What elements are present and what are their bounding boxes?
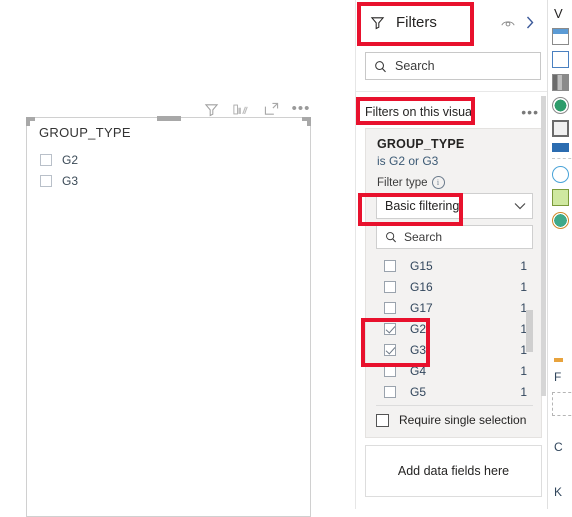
resize-handle-top-right-v[interactable] [307,117,311,126]
gauge-visual-icon[interactable] [552,212,569,229]
value-label: G17 [410,300,433,315]
slicer-visual[interactable]: GROUP_TYPE G2 G3 [26,116,311,517]
require-single-selection-row[interactable]: Require single selection [376,413,526,427]
slicer-item-label: G2 [62,152,79,167]
resize-handle-top-center[interactable] [156,116,181,121]
column-section-label: C [554,440,563,454]
value-checkbox[interactable] [384,322,396,335]
donut-chart-icon[interactable] [552,166,569,183]
report-canvas[interactable]: ••• GROUP_TYPE G2 G3 [0,0,355,517]
filter-type-value: Basic filtering [385,199,460,213]
list-item[interactable]: G5 1 [376,381,533,402]
filters-pane-search[interactable]: Search [365,52,541,80]
value-count: 1 [520,258,527,273]
require-single-selection-label: Require single selection [399,413,527,427]
list-item[interactable]: G3 1 [376,339,533,360]
filters-on-this-visual-label: Filters on this visual [365,105,475,119]
value-label: G4 [410,363,427,378]
stacked-bar-chart-icon[interactable] [552,28,569,45]
value-checkbox[interactable] [384,364,396,377]
value-checkbox[interactable] [384,385,396,398]
list-item[interactable]: G2 1 [376,318,533,339]
value-checkbox[interactable] [384,301,396,314]
focus-mode-icon[interactable] [260,99,282,119]
hide-pane-eye-icon[interactable] [497,12,519,34]
matrix-visual-icon[interactable] [552,120,569,137]
search-icon [374,60,387,73]
filter-card-field-name: GROUP_TYPE [377,137,465,151]
value-label: G15 [410,258,433,273]
filter-card-group-type[interactable]: GROUP_TYPE is G2 or G3 Filter type i Bas… [365,128,542,438]
more-options-icon[interactable]: ••• [290,99,312,119]
filter-values-scrollbar[interactable] [526,310,533,352]
filters-pane-search-placeholder: Search [395,59,435,73]
filters-on-this-visual-row: Filters on this visual ••• [356,100,547,124]
filter-values-search[interactable]: Search [376,225,533,249]
list-item[interactable]: G16 1 [376,276,533,297]
add-data-fields-dropzone[interactable]: Add data fields here [365,445,542,497]
slicer-title: GROUP_TYPE [39,125,131,140]
visualizations-pane: V F C K [547,0,572,509]
collapse-chevron-right-icon[interactable] [519,12,541,34]
pane-divider [356,91,547,92]
require-single-selection-checkbox[interactable] [376,413,389,427]
filter-funnel-icon [366,12,388,34]
slicer-item-list[interactable]: G2 G3 [40,149,304,191]
filter-type-dropdown[interactable]: Basic filtering [376,193,533,219]
filter-type-label: Filter type [377,176,428,189]
search-icon [385,231,397,243]
field-well-marker [554,358,563,362]
filter-icon[interactable] [200,99,222,119]
value-checkbox[interactable] [384,280,396,293]
resize-handle-top-left-v[interactable] [26,117,30,126]
slicer-item-g3[interactable]: G3 [40,170,304,191]
gallery-divider [552,158,572,159]
pie-chart-icon[interactable] [552,97,569,114]
slicer-visual-icon[interactable] [552,143,569,152]
value-count: 1 [520,384,527,399]
visual-type-gallery[interactable] [552,28,572,235]
list-item[interactable]: G4 1 [376,360,533,381]
filters-title-group: Filters [366,12,497,34]
list-item[interactable]: G17 1 [376,297,533,318]
slicer-item-label: G3 [62,173,79,188]
value-label: G2 [410,321,427,336]
value-label: G5 [410,384,427,399]
slicer-checkbox-g2[interactable] [40,153,52,166]
value-label: G3 [410,342,427,357]
card-visual-icon[interactable] [552,189,569,206]
table-view-icon[interactable] [230,99,252,119]
value-label: G16 [410,279,433,294]
filters-pane-scrollbar[interactable] [541,96,546,396]
filters-pane-title: Filters [396,14,437,31]
slicer-item-g2[interactable]: G2 [40,149,304,170]
line-chart-icon[interactable] [552,51,569,68]
field-dropzone[interactable] [552,392,572,416]
filter-values-list[interactable]: G15 1 G16 1 G17 1 G2 1 G3 1 G4 1 G5 1 [376,255,533,402]
visualizations-pane-title: V [554,6,563,21]
filter-card-condition: is G2 or G3 [377,154,439,168]
list-item[interactable]: G15 1 [376,255,533,276]
filter-card-divider [376,405,533,406]
value-count: 1 [520,279,527,294]
slicer-checkbox-g3[interactable] [40,174,52,187]
power-bi-report-view: ••• GROUP_TYPE G2 G3 Filters Search Filt… [0,0,572,517]
info-icon[interactable]: i [431,176,445,189]
value-checkbox[interactable] [384,259,396,272]
filters-pane: Filters Search Filters on this visual ••… [355,0,547,509]
chevron-down-icon[interactable] [514,202,526,210]
value-checkbox[interactable] [384,343,396,356]
filters-pane-header: Filters [356,0,547,45]
column-chart-icon[interactable] [552,74,569,91]
format-section-label: F [554,370,562,384]
value-count: 1 [520,363,527,378]
section-more-options-icon[interactable]: ••• [521,105,539,119]
filter-type-label-group: Filter type i [377,176,445,189]
filter-values-search-placeholder: Search [404,230,443,244]
keep-section-label: K [554,485,563,499]
